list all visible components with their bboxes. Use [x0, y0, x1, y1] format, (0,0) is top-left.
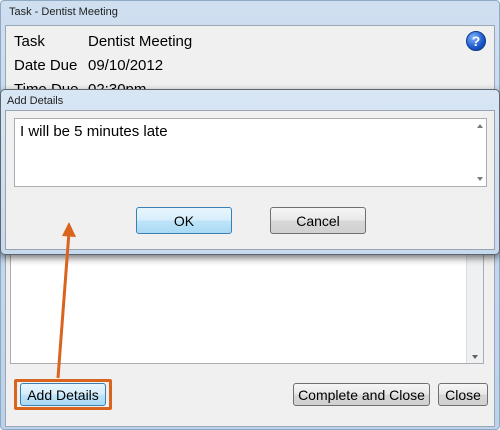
close-button[interactable]: Close: [438, 383, 488, 406]
dialog-body: I will be 5 minutes late OK Cancel: [5, 110, 495, 250]
scroll-down-arrow-icon[interactable]: [477, 177, 483, 181]
screen: Task - Dentist Meeting Task Dentist Meet…: [0, 0, 500, 430]
add-details-dialog: Add Details I will be 5 minutes late OK …: [0, 89, 500, 255]
task-window-titlebar[interactable]: Task - Dentist Meeting: [1, 1, 499, 25]
dialog-title: Add Details: [7, 95, 64, 107]
notes-scrollbar[interactable]: [466, 246, 483, 363]
date-due-label: Date Due: [14, 57, 78, 74]
task-label: Task: [14, 33, 45, 50]
date-due-value: 09/10/2012: [88, 57, 164, 74]
notes-area[interactable]: [10, 246, 484, 364]
cancel-button[interactable]: Cancel: [270, 207, 366, 234]
scroll-up-arrow-icon[interactable]: [477, 124, 483, 128]
ok-button[interactable]: OK: [136, 207, 232, 234]
complete-and-close-button[interactable]: Complete and Close: [293, 383, 430, 406]
add-details-button[interactable]: Add Details: [20, 383, 106, 406]
scroll-down-arrow-icon[interactable]: [472, 355, 478, 359]
details-textarea[interactable]: I will be 5 minutes late: [14, 118, 487, 187]
details-text: I will be 5 minutes late: [20, 123, 168, 140]
help-icon[interactable]: ?: [466, 31, 486, 51]
task-value: Dentist Meeting: [88, 33, 193, 50]
task-window-title: Task - Dentist Meeting: [9, 6, 118, 18]
details-scrollbar[interactable]: [474, 119, 486, 186]
